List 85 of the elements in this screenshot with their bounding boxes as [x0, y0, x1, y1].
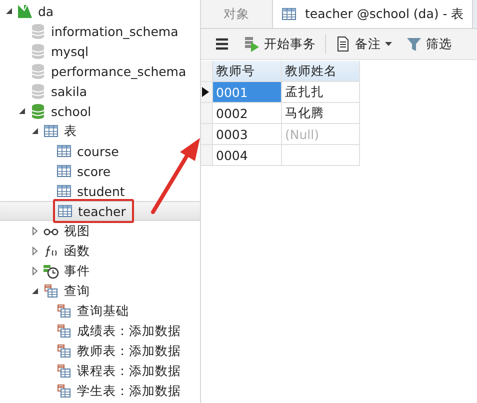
menu-icon — [214, 36, 230, 52]
tree-label: 表 — [64, 122, 77, 140]
tree-item[interactable]: 教师表：添加数据 — [0, 341, 200, 361]
tree-item[interactable]: 函数 — [0, 241, 200, 261]
tree-item[interactable]: performance_schema — [0, 61, 200, 81]
tree-label: 教师表：添加数据 — [77, 342, 181, 360]
query-icon — [58, 384, 70, 398]
collapsed-icon[interactable] — [30, 266, 40, 276]
tree-item[interactable]: mysql — [0, 41, 200, 61]
memo-button[interactable]: 备注 — [330, 32, 397, 56]
tab[interactable]: teacher @school (da) - 表 — [273, 0, 474, 28]
table-cell[interactable]: 0004 — [213, 145, 282, 166]
expanded-icon[interactable] — [4, 6, 14, 16]
tree-label: school — [51, 104, 92, 118]
table-icon — [56, 183, 72, 199]
table-icon — [281, 6, 297, 22]
tree-label: mysql — [51, 44, 88, 58]
database-icon — [30, 43, 46, 59]
collapsed-icon[interactable] — [30, 246, 40, 256]
tree-item[interactable]: school — [0, 101, 200, 121]
transaction-button[interactable]: 开始事务 — [239, 32, 321, 56]
tree-item[interactable]: da — [0, 1, 200, 21]
query-icon — [44, 284, 58, 298]
tree-item[interactable]: 事件 — [0, 261, 200, 281]
tree-item[interactable]: 课程表：添加数据 — [0, 361, 200, 381]
database-icon — [30, 23, 46, 39]
expanded-icon[interactable] — [17, 106, 27, 116]
tree-label: 函数 — [64, 242, 90, 260]
database-icon — [30, 63, 46, 79]
tree-label: 查询基础 — [77, 302, 129, 320]
document-icon — [335, 36, 351, 52]
filter-icon — [406, 36, 422, 52]
tree-item[interactable]: sakila — [0, 81, 200, 101]
query-icon — [58, 304, 70, 318]
table-cell[interactable]: 马化腾 — [282, 103, 360, 124]
clock-icon — [43, 263, 59, 279]
table-icon — [43, 123, 59, 139]
expanded-icon[interactable] — [30, 126, 40, 136]
database-icon — [30, 83, 46, 99]
tree-label: sakila — [51, 84, 88, 98]
table-icon — [57, 203, 73, 219]
tree-label: course — [77, 144, 119, 158]
tree-item[interactable]: information_schema — [0, 21, 200, 41]
tree-label: performance_schema — [51, 64, 186, 78]
tree-item[interactable]: 学生表：添加数据 — [0, 381, 200, 401]
expanded-icon[interactable] — [30, 286, 40, 296]
tree-label: 学生表：添加数据 — [77, 382, 181, 400]
filter-button[interactable]: 筛选 — [401, 32, 457, 56]
column-header[interactable]: 教师姓名 — [282, 61, 360, 82]
tree-label: 查询 — [64, 282, 90, 300]
tree-item[interactable]: score — [0, 161, 200, 181]
tree-item[interactable]: 查询 — [0, 281, 200, 301]
tree-label: information_schema — [51, 24, 178, 38]
query-icon — [58, 324, 70, 338]
tree-label: 课程表：添加数据 — [77, 362, 181, 380]
tree-label: 成绩表：添加数据 — [77, 322, 181, 340]
caret-icon — [385, 42, 392, 46]
column-header[interactable]: 教师号 — [213, 61, 282, 82]
collapsed-icon[interactable] — [30, 226, 40, 236]
server-icon — [17, 3, 33, 19]
tree-label: student — [77, 184, 125, 198]
tree-label: 视图 — [64, 222, 90, 240]
query-icon — [58, 364, 70, 378]
tree-item[interactable]: course — [0, 141, 200, 161]
table-cell[interactable]: 0002 — [213, 103, 282, 124]
table-cell[interactable]: 孟扎扎 — [282, 82, 360, 103]
tree-item[interactable]: 表 — [0, 121, 200, 141]
tree-label: teacher — [78, 204, 126, 218]
row-header[interactable] — [201, 82, 213, 103]
tree-item[interactable]: student — [0, 181, 200, 201]
table-cell[interactable]: 0003 — [213, 124, 282, 145]
tree-item[interactable]: 成绩表：添加数据 — [0, 321, 200, 341]
empty-cell[interactable] — [282, 145, 360, 166]
tree-item[interactable]: 视图 — [0, 221, 200, 241]
tree-label: score — [77, 164, 111, 178]
tree-label: da — [38, 4, 54, 18]
tree-label: 事件 — [64, 262, 90, 280]
transaction-icon — [244, 36, 260, 52]
function-icon — [44, 245, 57, 258]
tree-item[interactable]: 查询基础 — [0, 301, 200, 321]
table-icon — [56, 163, 72, 179]
database-icon — [30, 103, 46, 119]
query-icon — [58, 344, 70, 358]
table-icon — [56, 143, 72, 159]
selected-tree-item[interactable]: teacher — [0, 201, 200, 221]
